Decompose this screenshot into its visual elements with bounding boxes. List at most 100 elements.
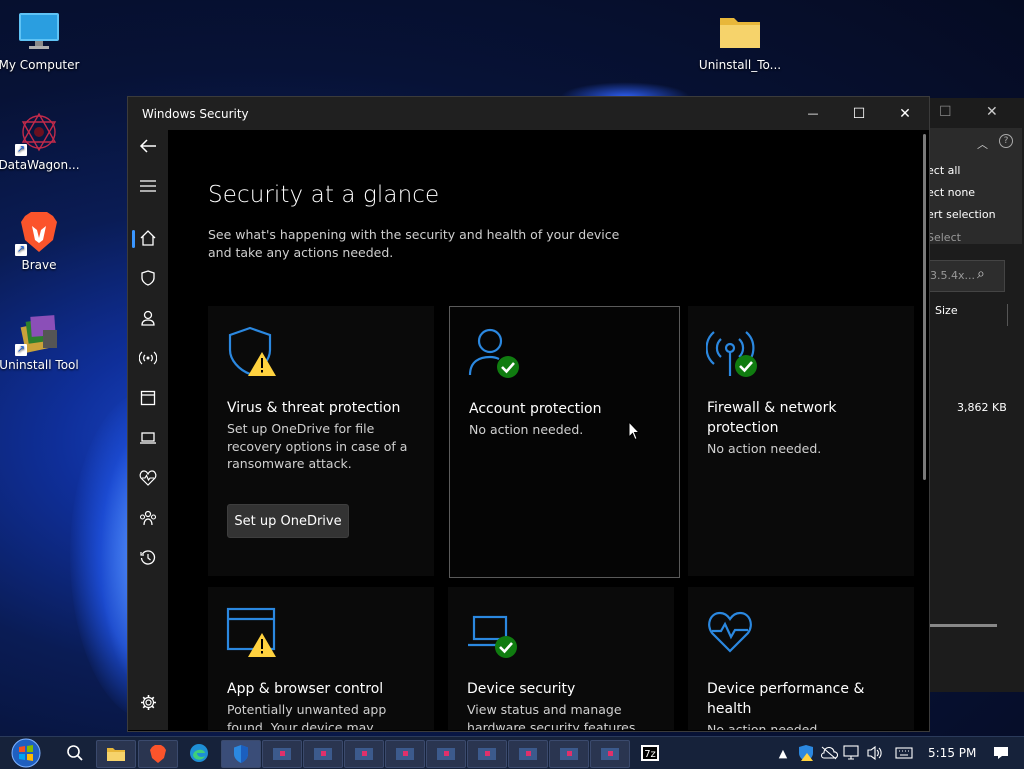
tray-onedrive-icon[interactable] [820,744,838,762]
taskbar-windows-security[interactable] [221,740,261,768]
select-none-item[interactable]: ect none [927,186,1017,199]
desktop-icon-brave[interactable]: ↗ Brave [0,210,82,272]
family-icon [139,510,157,526]
card-device-security[interactable]: Device security View status and manage h… [448,587,674,730]
taskbar-app-5[interactable] [426,740,466,768]
minimize-button[interactable]: — [790,97,836,130]
desktop-icon-uninstall-folder[interactable]: Uninstall_To... [697,10,783,72]
help-icon[interactable]: ? [999,134,1013,148]
windows-security-window[interactable]: Windows Security — ☐ ✕ Security at a gla… [127,96,930,732]
taskbar-app-8[interactable] [549,740,589,768]
tray-keyboard-icon[interactable] [895,744,913,762]
app-window-icon [396,748,414,760]
nav-app-browser[interactable] [128,382,168,414]
history-icon [140,550,156,565]
taskbar-file-explorer[interactable] [96,740,136,768]
gear-icon [140,694,156,710]
taskbar-app-4[interactable] [385,740,425,768]
nav-firewall[interactable] [128,342,168,374]
notifications-button[interactable] [992,744,1010,762]
app-window-icon [437,748,455,760]
card-account-protection[interactable]: Account protection No action needed. [449,306,680,578]
heart-pulse-icon [139,470,157,486]
shortcut-arrow-icon: ↗ [15,144,27,156]
nav-virus-protection[interactable] [128,262,168,294]
horizontal-scrollbar[interactable] [927,624,997,627]
card-firewall-network[interactable]: Firewall & network protection No action … [688,306,914,576]
taskbar-app-6[interactable] [467,740,507,768]
tray-security-icon[interactable] [797,744,815,762]
keyboard-icon [895,747,913,759]
start-button[interactable] [4,738,48,768]
file-explorer-window[interactable]: ☐ ✕ ︿ ? ect all ect none ert selection S… [926,98,1024,692]
minimize-icon: — [807,107,819,120]
desktop-icon-uninstall-tool[interactable]: ↗ Uninstall Tool [0,310,82,372]
card-title: Virus & threat protection [227,400,401,416]
nav-protection-history[interactable] [128,542,168,574]
app-window-icon [314,748,332,760]
search-placeholder: 3.5.4x... [930,269,975,282]
taskbar-app-2[interactable] [303,740,343,768]
show-hidden-icons-button[interactable]: ▲ [774,744,792,762]
taskbar-edge[interactable] [180,740,218,766]
maximize-button[interactable]: ☐ [836,97,882,130]
shield-icon [141,270,155,286]
main-content: Security at a glance See what's happenin… [168,130,928,730]
card-app-browser-control[interactable]: App & browser control Potentially unwant… [208,587,434,730]
heart-pulse-icon [706,607,758,659]
nav-device-health[interactable] [128,462,168,494]
taskbar-app-7[interactable] [508,740,548,768]
taskbar-clock[interactable]: 5:15 PM [928,746,976,760]
card-title: Account protection [469,401,602,417]
navigation-sidebar [128,130,168,730]
card-description: Potentially unwanted app found. Your dev… [227,702,387,730]
desktop-icon-datawagon[interactable]: ↗ DataWagon... [0,110,82,172]
explorer-search-input[interactable]: 3.5.4x... [927,260,1005,292]
taskbar-app-9[interactable] [590,740,630,768]
tray-volume-icon[interactable] [866,744,884,762]
close-icon: ✕ [899,105,911,122]
taskbar-app-1[interactable] [262,740,302,768]
cloud-off-icon [820,746,838,760]
desktop-icon-label: My Computer [0,58,80,72]
wifi-antenna-icon [139,351,157,365]
chevron-up-icon[interactable]: ︿ [977,136,988,152]
explorer-title-buttons: ☐ ✕ [939,104,998,120]
invert-selection-item[interactable]: ert selection [927,208,1017,221]
search-icon[interactable]: ⌕ [977,266,985,282]
size-column-header[interactable]: Size [935,304,958,317]
taskbar-7zip[interactable]: 7z [631,740,669,766]
app-window-icon [355,748,373,760]
nav-settings[interactable] [128,686,168,718]
card-device-performance-health[interactable]: Device performance & health No action ne… [688,587,914,730]
card-description: No action needed. [707,722,822,730]
menu-button[interactable] [128,170,168,202]
close-button[interactable]: ✕ [882,97,928,130]
page-subtitle: See what's happening with the security a… [208,227,620,260]
laptop-check-icon [466,607,518,659]
card-virus-threat-protection[interactable]: Virus & threat protection Set up OneDriv… [208,306,434,576]
setup-onedrive-button[interactable]: Set up OneDrive [227,504,349,538]
mouse-cursor-icon [628,420,641,441]
select-all-item[interactable]: ect all [927,164,1017,177]
back-button[interactable] [128,130,168,162]
taskbar: 7z ▲ 5:15 PM [0,736,1024,769]
vertical-scrollbar[interactable] [923,134,926,480]
nav-device-security[interactable] [128,422,168,454]
tray-network-icon[interactable] [843,744,861,762]
close-icon[interactable]: ✕ [986,104,998,120]
title-bar: Windows Security — ☐ ✕ [128,97,929,130]
nav-home[interactable] [128,222,168,254]
taskbar-brave[interactable] [138,740,178,768]
taskbar-app-3[interactable] [344,740,384,768]
app-window-icon [273,748,291,760]
folder-icon [718,10,762,54]
nav-family-options[interactable] [128,502,168,534]
desktop-icon-my-computer[interactable]: My Computer [0,10,82,72]
speaker-icon [867,745,882,761]
datawagon-logo-icon: ↗ [15,110,61,156]
maximize-icon[interactable]: ☐ [939,104,952,120]
file-size-value: 3,862 KB [957,401,1007,414]
search-button[interactable] [56,740,94,766]
nav-account-protection[interactable] [128,302,168,334]
